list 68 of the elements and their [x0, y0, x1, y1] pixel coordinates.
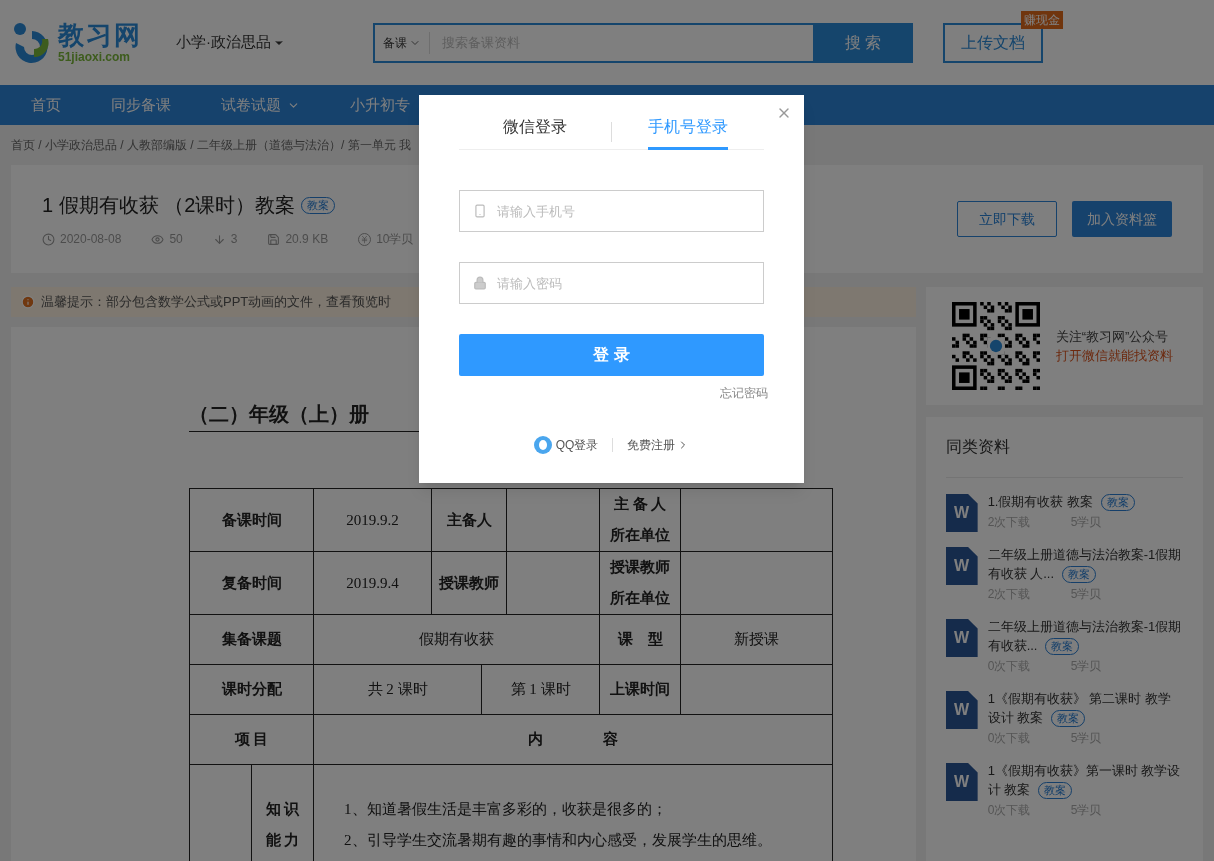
table-label: 主备人 [446, 511, 492, 528]
table-text: 第 1 课时 [510, 681, 571, 697]
table-label: 集备课题 [221, 631, 282, 647]
file-icon [267, 232, 281, 246]
table-label: 备课时间 [221, 511, 282, 528]
word-file-icon: W [945, 547, 978, 585]
lock-icon [473, 275, 487, 291]
word-file-icon: W [945, 763, 978, 801]
table-label: 知 识 [265, 800, 300, 817]
table-text: 1、知道暑假生活是丰富多彩的，收获是很多的； [344, 800, 667, 817]
subject-selector[interactable]: 小学·政治思品 [176, 31, 285, 54]
category-dropdown[interactable]: 备课 [375, 31, 430, 54]
table-label: 上课时间 [610, 681, 670, 697]
nav-link[interactable]: 小升初专 [350, 93, 410, 117]
logo-url: 51jiaoxi.com [58, 51, 132, 63]
related-link[interactable]: 1《假期有收获》 第二课时 教学设计 教案 教案 [987, 689, 1183, 727]
related-link[interactable]: 1《假期有收获》第一课时 教学设计 教案 教案 [987, 761, 1183, 799]
qq-login-link[interactable]: QQ登录 [533, 436, 599, 454]
table-label: 授课教师 [439, 574, 499, 591]
table-label: 复备时间 [221, 574, 282, 591]
reward-badge: 赚现金 [1021, 10, 1063, 29]
related-link[interactable]: 二年级上册道德与法治教案-1假期有收获 人... 教案 [987, 545, 1183, 583]
password-field[interactable]: 请输入密码 [459, 262, 764, 304]
word-file-icon: W [945, 494, 978, 532]
table-label: 项 目 [234, 731, 269, 747]
related-link[interactable]: 1.假期有收获 教案 教案 [987, 492, 1183, 511]
table-label: 课时分配 [221, 681, 282, 697]
document-title: 1 假期有收获 （2课时）教案 [42, 193, 296, 218]
download-button[interactable]: 立即下载 [957, 201, 1057, 237]
login-button[interactable]: 登 录 [459, 334, 764, 376]
table-label: 内 容 [528, 731, 618, 747]
table-label: 主 备 人 [613, 496, 667, 512]
table-text: 新授课 [734, 631, 779, 647]
phone-field[interactable]: 请输入手机号 [459, 190, 764, 232]
promo-text: 打开微信就能找资料 [1055, 347, 1173, 365]
nav-link[interactable]: 同步备课 [111, 93, 171, 117]
add-to-basket-button[interactable]: 加入资料篮 [1072, 201, 1172, 237]
logo-text: 教习网 [58, 22, 142, 48]
info-icon [21, 295, 35, 309]
related-link[interactable]: 二年级上册道德与法治教案-1假期有收获... 教案 [987, 617, 1183, 655]
table-text: 共 2 课时 [367, 681, 428, 697]
register-link[interactable]: 免费注册 [627, 436, 690, 454]
forgot-password-link[interactable]: 忘记密码 [720, 384, 768, 402]
table-text: 2、引导学生交流暑期有趣的事情和内心感受，发展学生的思维。 [344, 831, 772, 848]
table-label: 所在单位 [610, 527, 670, 543]
nav-link[interactable]: 试卷试题 [221, 93, 300, 117]
table-text: 假期有收获 [419, 631, 494, 647]
table-label: 授课教师 [610, 559, 670, 575]
notice-text: 温馨提示：部分包含数学公式或PPT动画的文件，查看预览时 [41, 293, 392, 312]
logo-icon [12, 20, 52, 65]
login-tab[interactable]: 微信登录 [503, 115, 567, 150]
section-title: 同类资料 [945, 417, 1183, 478]
table-label: 课 型 [617, 631, 663, 647]
login-tab[interactable]: 手机号登录 [648, 115, 728, 150]
qq-icon [533, 436, 552, 454]
eye-icon [151, 232, 165, 246]
table-text: 2019.9.2 [346, 511, 399, 528]
table-text: 2019.9.4 [346, 574, 399, 591]
table-label: 能 力 [265, 831, 300, 848]
phone-icon [473, 203, 487, 219]
follow-text: 关注“教习网”公众号 [1055, 328, 1170, 346]
table-label: 所在单位 [610, 590, 670, 606]
download-icon [212, 232, 226, 246]
clock-icon [42, 232, 55, 246]
search-button[interactable]: 搜 索 [813, 22, 913, 63]
word-file-icon: W [945, 619, 978, 657]
word-file-icon: W [945, 691, 978, 729]
nav-link[interactable]: 首页 [31, 93, 61, 117]
